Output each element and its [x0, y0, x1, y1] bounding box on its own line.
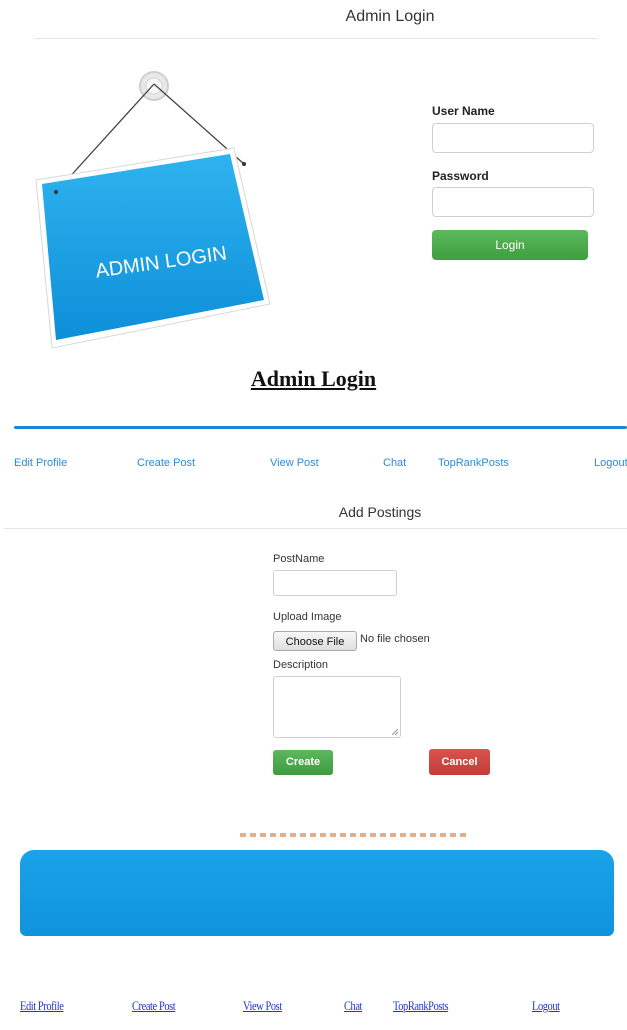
blue-banner	[20, 850, 614, 936]
bottom-nav-view-post[interactable]: View Post	[243, 998, 282, 1014]
create-post-button[interactable]: Create Post	[273, 750, 333, 793]
nav-edit-profile[interactable]: Edit Profile	[14, 457, 67, 469]
header-accent-line	[14, 426, 627, 429]
upload-image-label: Upload Image	[273, 611, 342, 623]
no-file-chosen-text: No file chosen	[360, 633, 430, 645]
resize-handle-icon[interactable]	[392, 729, 398, 735]
nav-chat[interactable]: Chat	[383, 457, 406, 469]
nav-create-post[interactable]: Create Post	[137, 457, 195, 469]
figure-caption: Admin Login	[250, 366, 377, 391]
username-label: User Name	[432, 104, 495, 118]
admin-login-sign: ADMIN LOGIN	[30, 60, 290, 350]
nav-view-post[interactable]: View Post	[270, 457, 319, 469]
title-divider	[34, 38, 598, 39]
cropped-decoration	[240, 833, 470, 837]
password-label: Password	[432, 169, 489, 183]
username-input[interactable]	[432, 123, 594, 153]
bottom-nav-chat[interactable]: Chat	[344, 998, 362, 1014]
postname-label: PostName	[273, 553, 325, 565]
admin-login-title: Admin Login	[345, 8, 435, 25]
bottom-nav-edit-profile[interactable]: Edit Profile	[20, 998, 64, 1014]
postname-input[interactable]	[273, 570, 397, 596]
nav-toprankposts[interactable]: TopRankPosts	[438, 457, 509, 469]
bottom-nav-create-post[interactable]: Create Post	[132, 998, 176, 1014]
nav-logout[interactable]: Logout	[594, 457, 627, 469]
bottom-nav-toprankposts[interactable]: TopRankPosts	[393, 998, 449, 1014]
cancel-button[interactable]: Cancel	[429, 749, 490, 775]
title-divider-2	[4, 528, 627, 529]
hanging-sign-graphic: ADMIN LOGIN	[35, 71, 271, 349]
description-textarea[interactable]	[273, 676, 401, 738]
description-label: Description	[273, 659, 329, 671]
password-input[interactable]	[432, 187, 594, 217]
add-postings-title: Add Postings	[338, 504, 422, 520]
choose-file-button[interactable]: Choose File	[273, 631, 357, 651]
login-button[interactable]: Login	[432, 230, 588, 260]
bottom-nav-logout[interactable]: Logout	[532, 998, 560, 1014]
